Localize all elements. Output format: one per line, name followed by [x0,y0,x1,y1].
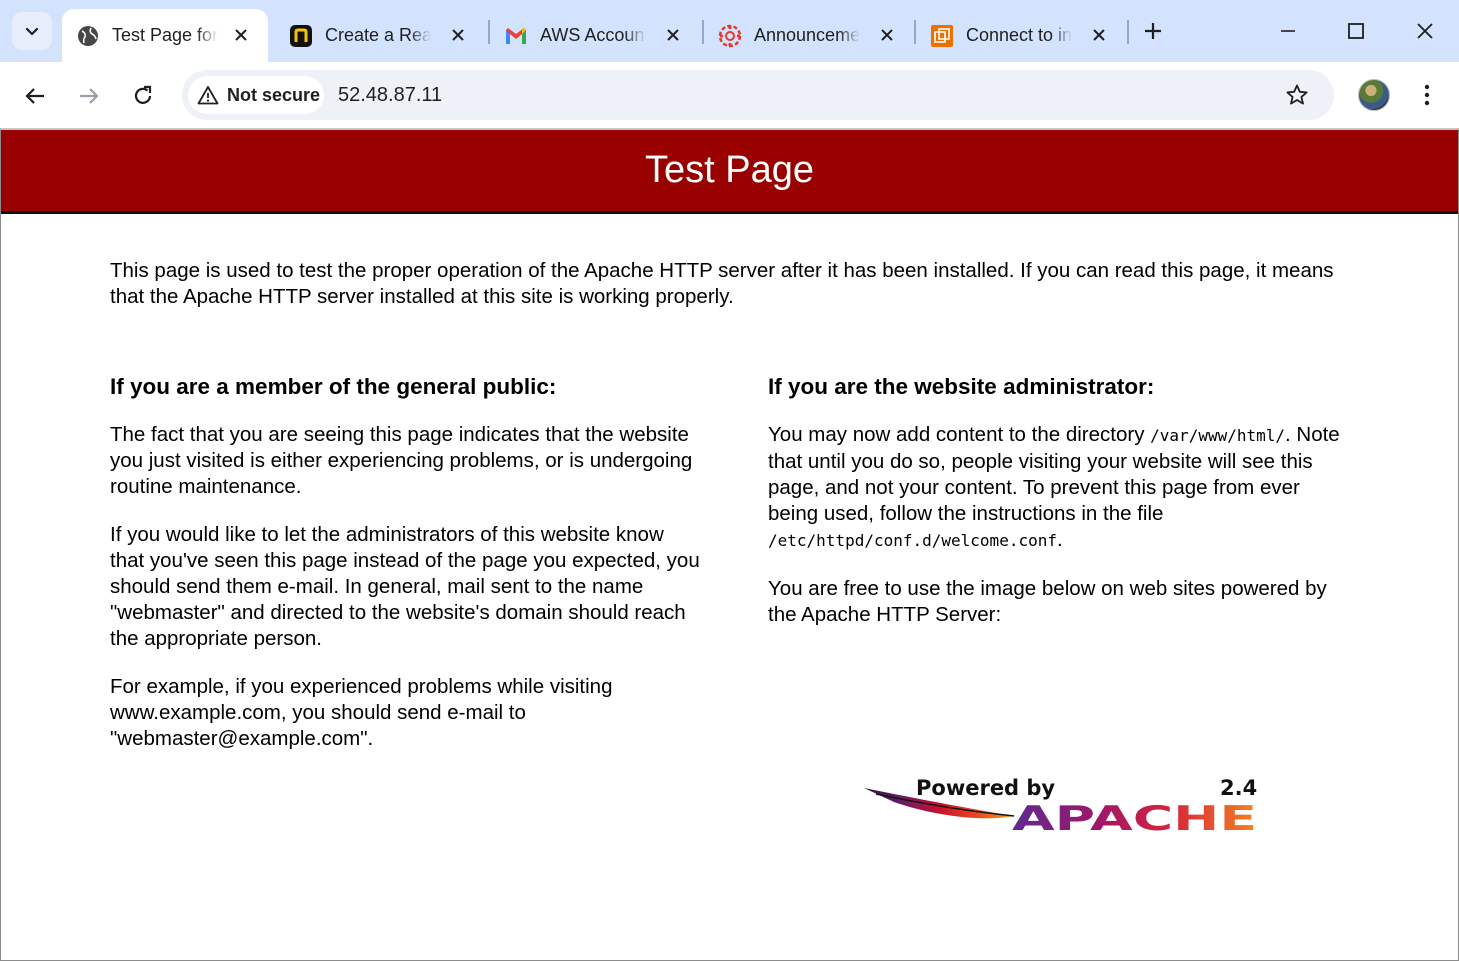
reload-button[interactable] [123,76,163,116]
arrow-left-icon [25,88,44,104]
tab-title: AWS Account [540,25,646,45]
minimize-button[interactable] [1268,14,1308,48]
tab-title: Create a Read [325,25,431,45]
star-icon [1286,84,1308,105]
maximize-button[interactable] [1336,14,1376,48]
admin-section: If you are the website administrator: Yo… [768,373,1343,650]
tab-separator [1127,20,1129,44]
more-vertical-icon [1424,84,1430,106]
tab-title: Test Page for [112,25,218,45]
security-indicator[interactable]: Not secure [188,76,324,114]
tab-aws-account[interactable]: AWS Account [490,9,700,62]
bookmark-button[interactable] [1282,80,1312,110]
page-banner: Test Page [1,130,1458,214]
minimize-icon [1281,30,1295,32]
tab-strip: Test Page for Create a Read AWS Account … [0,0,1459,62]
apache-wordmark: APACHE [1012,799,1257,834]
back-button[interactable] [15,76,55,116]
globe-icon [76,24,100,48]
reload-icon [134,85,152,104]
close-icon[interactable] [874,22,900,48]
public-heading: If you are a member of the general publi… [110,374,557,399]
canvas-icon [718,24,742,48]
profile-avatar[interactable] [1358,79,1390,111]
intro-paragraph: This page is used to test the proper ope… [110,259,1334,308]
public-paragraph-2: If you would like to let the administrat… [110,523,700,650]
nutanix-icon [289,24,313,48]
tab-title: Announceme [754,25,860,45]
public-section: If you are a member of the general publi… [110,373,700,774]
forward-button[interactable] [69,76,109,116]
tab-title: Connect to in [966,25,1072,45]
public-paragraph-3: For example, if you experienced problems… [110,675,613,750]
close-icon[interactable] [445,22,471,48]
browser-menu-button[interactable] [1412,78,1442,112]
tab-create-a-read[interactable]: Create a Read [275,9,485,62]
directory-path: /var/www/html/ [1150,426,1286,445]
page-title: Test Page [645,149,814,191]
admin-text: . [1056,528,1063,551]
tab-test-page[interactable]: Test Page for [62,9,268,62]
tab-search-button[interactable] [12,12,52,50]
close-icon[interactable] [660,22,686,48]
page-content: This page is used to test the proper ope… [110,258,1350,834]
powered-by-text: Powered by [916,776,1055,800]
arrow-right-icon [80,88,99,104]
window-close-button[interactable] [1405,14,1445,48]
url-text[interactable]: 52.48.87.11 [338,84,442,107]
warning-icon [197,86,219,105]
chevron-down-icon [25,27,39,36]
page-viewport: Test Page This page is used to test the … [0,128,1459,961]
close-icon[interactable] [1086,22,1112,48]
gmail-icon [504,24,528,48]
browser-toolbar: Not secure 52.48.87.11 [0,62,1459,128]
security-label: Not secure [227,84,321,105]
close-icon [1417,23,1433,39]
config-file-path: /etc/httpd/conf.d/welcome.conf [768,531,1057,550]
admin-paragraph-1: You may now add content to the directory… [768,422,1343,554]
close-icon[interactable] [228,22,254,48]
admin-paragraph-2: You are free to use the image below on w… [768,577,1327,626]
new-tab-button[interactable] [1138,14,1168,48]
admin-text: You may now add content to the directory [768,423,1151,446]
powered-by-apache-logo: Powered by 2.4 APACHE [864,776,1257,834]
aws-ec2-icon [930,24,954,48]
admin-heading: If you are the website administrator: [768,374,1155,399]
public-paragraph-1: The fact that you are seeing this page i… [110,423,693,498]
plus-icon [1145,23,1161,39]
version-text: 2.4 [1220,776,1257,800]
address-bar[interactable]: Not secure 52.48.87.11 [182,70,1334,120]
tab-connect-to-instance[interactable]: Connect to in [916,9,1126,62]
maximize-icon [1348,23,1364,39]
tab-announcements[interactable]: Announceme [704,9,914,62]
